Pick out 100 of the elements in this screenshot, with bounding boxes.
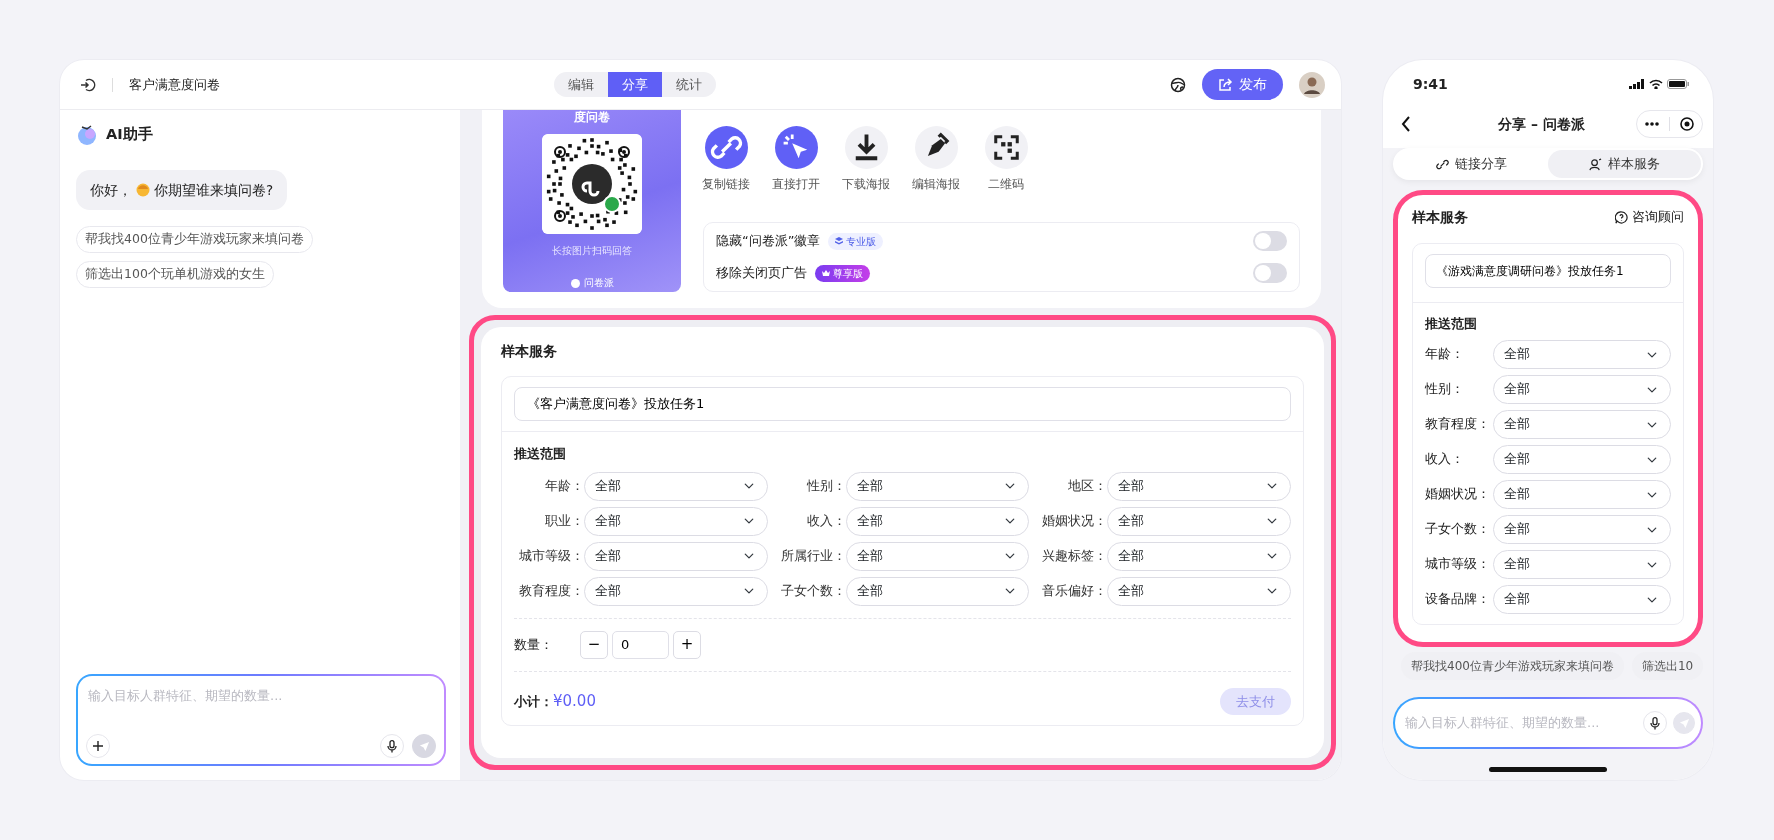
- filter-label: 地区：: [1067, 477, 1108, 496]
- filter-dropdown[interactable]: 全部: [1493, 375, 1671, 404]
- filter-label: 子女个数：: [779, 582, 846, 601]
- signal-icon: [1629, 79, 1645, 89]
- message-field[interactable]: 输入目标人群特征、期望的数量...: [76, 674, 446, 766]
- microphone-icon: [1650, 716, 1660, 730]
- filter-label: 收入：: [805, 512, 846, 531]
- voice-button[interactable]: [380, 734, 404, 758]
- filter-dropdown[interactable]: 全部: [1493, 550, 1671, 579]
- send-icon: [1678, 717, 1690, 729]
- section-title: 推送范围: [514, 445, 567, 463]
- greeting-text: 你好，: [90, 181, 132, 200]
- filter-dropdown[interactable]: 全部: [1493, 515, 1671, 544]
- filter-label: 性别：: [1425, 380, 1465, 399]
- poster-hint: 长按图片扫码回答: [552, 244, 632, 258]
- publish-button[interactable]: 发布: [1202, 69, 1283, 100]
- filter-label: 年龄：: [1425, 345, 1465, 364]
- toggle-switch[interactable]: [1253, 263, 1287, 283]
- task-name-field[interactable]: 《客户满意度问卷》投放任务1: [514, 387, 1291, 421]
- suggestion-chip[interactable]: 帮我找400位青少年游戏玩家来填问卷: [76, 226, 313, 253]
- target-icon: [1680, 117, 1694, 131]
- tab[interactable]: 编辑: [554, 71, 608, 98]
- poster-title: 度问卷: [574, 109, 610, 126]
- status-time: 9:41: [1413, 74, 1448, 94]
- decrease-button[interactable]: −: [580, 630, 608, 659]
- filter-dropdown[interactable]: 全部: [1493, 445, 1671, 474]
- task-name-field[interactable]: 《游戏满意度调研问卷》投放任务1: [1425, 254, 1671, 289]
- filter-dropdown[interactable]: 全部: [1493, 585, 1671, 614]
- filter-dropdown[interactable]: 全部: [1107, 541, 1291, 571]
- filter-dropdown[interactable]: 全部: [845, 506, 1030, 536]
- share-action-button[interactable]: 下载海报: [833, 126, 899, 193]
- card-title: 样本服务: [501, 342, 558, 361]
- filter-dropdown[interactable]: 全部: [845, 576, 1030, 606]
- avatar[interactable]: [1299, 71, 1325, 98]
- share-action-button[interactable]: 二维码: [973, 126, 1039, 193]
- page-title: 分享 – 问卷派: [1497, 114, 1585, 134]
- wifi-icon: [1649, 79, 1663, 89]
- plan-badge: 尊享版: [815, 264, 870, 282]
- share-action-button[interactable]: 直接打开: [763, 126, 829, 193]
- toggle-switch[interactable]: [1253, 231, 1287, 251]
- voice-button[interactable]: [1643, 711, 1667, 735]
- tab[interactable]: 统计: [662, 71, 716, 98]
- filter-label: 收入：: [1425, 450, 1465, 469]
- send-icon: [418, 740, 430, 752]
- filter-dropdown[interactable]: 全部: [584, 541, 768, 571]
- more-icon: [1645, 122, 1659, 126]
- filter-dropdown[interactable]: 全部: [1107, 576, 1291, 606]
- quantity-label: 数量：: [514, 635, 554, 654]
- filter-dropdown[interactable]: 全部: [1493, 340, 1671, 369]
- tab[interactable]: 分享: [608, 71, 662, 98]
- message-input[interactable]: 输入目标人群特征、期望的数量...: [86, 684, 436, 734]
- greeting-text: 你期望谁来填问卷?: [154, 181, 274, 200]
- option-label: 隐藏“问卷派”徽章: [716, 232, 821, 251]
- section-title: 推送范围: [1425, 315, 1478, 334]
- poster-brand: 问卷派: [583, 276, 614, 291]
- filter-dropdown[interactable]: 全部: [584, 576, 768, 606]
- suggestion-chip[interactable]: 筛选出100个玩单机游戏的女生: [76, 261, 274, 288]
- add-button[interactable]: [86, 734, 110, 758]
- filter-label: 城市等级：: [1425, 555, 1491, 574]
- filter-label: 所属行业：: [779, 547, 846, 566]
- filter-dropdown[interactable]: 全部: [1107, 506, 1291, 536]
- option-label: 移除关闭页广告: [716, 264, 807, 283]
- share-action-button[interactable]: 复制链接: [693, 126, 759, 193]
- tab[interactable]: 样本服务: [1548, 150, 1701, 178]
- assistant-icon: [76, 124, 98, 146]
- filter-dropdown[interactable]: 全部: [845, 541, 1030, 571]
- filter-dropdown[interactable]: 全部: [584, 506, 768, 536]
- share-icon: [1218, 77, 1233, 92]
- back-icon[interactable]: [1401, 116, 1411, 132]
- card-title: 样本服务: [1412, 208, 1468, 227]
- user-icon: [1589, 157, 1602, 171]
- increase-button[interactable]: +: [673, 630, 701, 659]
- quantity-field[interactable]: 0: [612, 630, 669, 659]
- filter-label: 职业：: [544, 512, 584, 531]
- filter-label: 设备品牌：: [1425, 590, 1491, 609]
- filter-label: 兴趣标签：: [1041, 547, 1108, 566]
- filter-label: 婚姻状况：: [1041, 512, 1108, 531]
- filter-dropdown[interactable]: 全部: [1493, 480, 1671, 509]
- link-icon: [1436, 157, 1449, 171]
- plus-icon: [93, 741, 103, 751]
- brand-icon: [570, 278, 580, 288]
- filter-dropdown[interactable]: 全部: [1107, 471, 1291, 501]
- message-field[interactable]: 输入目标人群特征、期望的数量...: [1393, 697, 1703, 749]
- globe-icon[interactable]: [1170, 76, 1186, 93]
- subtotal-amount: ¥0.00: [553, 691, 596, 712]
- filter-label: 子女个数：: [1425, 520, 1491, 539]
- filter-label: 教育程度：: [1425, 415, 1491, 434]
- filter-dropdown[interactable]: 全部: [845, 471, 1030, 501]
- exit-icon[interactable]: [80, 76, 96, 93]
- consult-link[interactable]: 咨询顾问: [1632, 207, 1684, 227]
- microphone-icon: [387, 739, 397, 753]
- panel-title: AI助手: [106, 125, 153, 145]
- filter-dropdown[interactable]: 全部: [1493, 410, 1671, 439]
- filter-label: 性别：: [805, 477, 846, 496]
- filter-label: 音乐偏好：: [1041, 582, 1108, 601]
- share-action-button[interactable]: 编辑海报: [903, 126, 969, 193]
- help-icon[interactable]: [1615, 210, 1628, 224]
- filter-dropdown[interactable]: 全部: [584, 471, 768, 501]
- filter-label: 教育程度：: [518, 582, 584, 601]
- filter-label: 城市等级：: [518, 547, 584, 566]
